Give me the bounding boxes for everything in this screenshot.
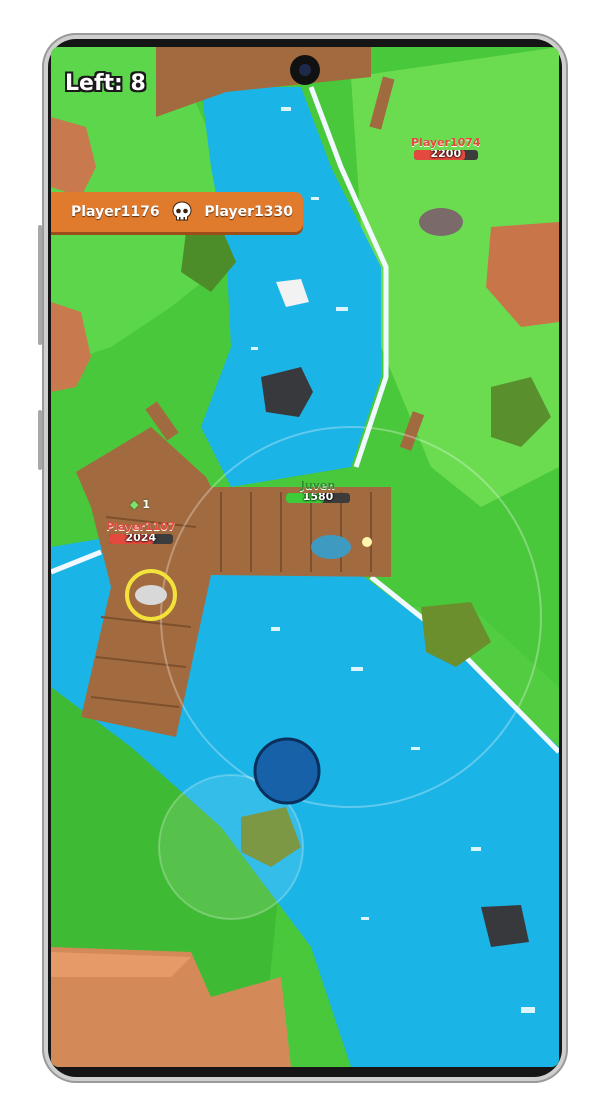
health-bar: 1580: [286, 493, 350, 503]
killfeed-killer: Player1176: [71, 204, 160, 220]
skull-icon: [172, 201, 192, 221]
kill-feed: Player1176 Player1330: [51, 192, 303, 232]
killfeed-victim: Player1330: [204, 204, 293, 220]
enemy-player1074: [419, 208, 463, 236]
health-bar: 2024: [108, 534, 173, 544]
projectile: [362, 537, 372, 547]
player-tag-juven: Juven 1580: [286, 479, 350, 503]
player-name: Player1107: [106, 520, 176, 533]
joystick-knob: [253, 737, 321, 805]
volume-button: [38, 225, 42, 345]
players-left-counter: Left: 8: [65, 71, 146, 96]
health-value: 1580: [302, 493, 334, 503]
player-tag-player1107: Player1107 2024: [106, 520, 176, 544]
health-value: 2200: [430, 150, 462, 160]
gem-icon: ◆: [130, 498, 139, 511]
game-screen[interactable]: Left: 8 Player1176 Player1330 Player1074…: [51, 47, 559, 1067]
player-name: Player1074: [411, 136, 481, 149]
enemy-player1107: [135, 585, 167, 605]
player-tag-player1074: Player1074 2200: [411, 136, 481, 160]
front-camera: [290, 55, 320, 85]
health-value: 2024: [125, 534, 157, 544]
power-button: [38, 410, 42, 470]
gem-counter: ◆ 1: [130, 498, 150, 511]
health-bar: 2200: [413, 150, 478, 160]
gem-count: 1: [142, 498, 150, 511]
self-juven: [311, 535, 351, 559]
player-name: Juven: [300, 479, 336, 492]
